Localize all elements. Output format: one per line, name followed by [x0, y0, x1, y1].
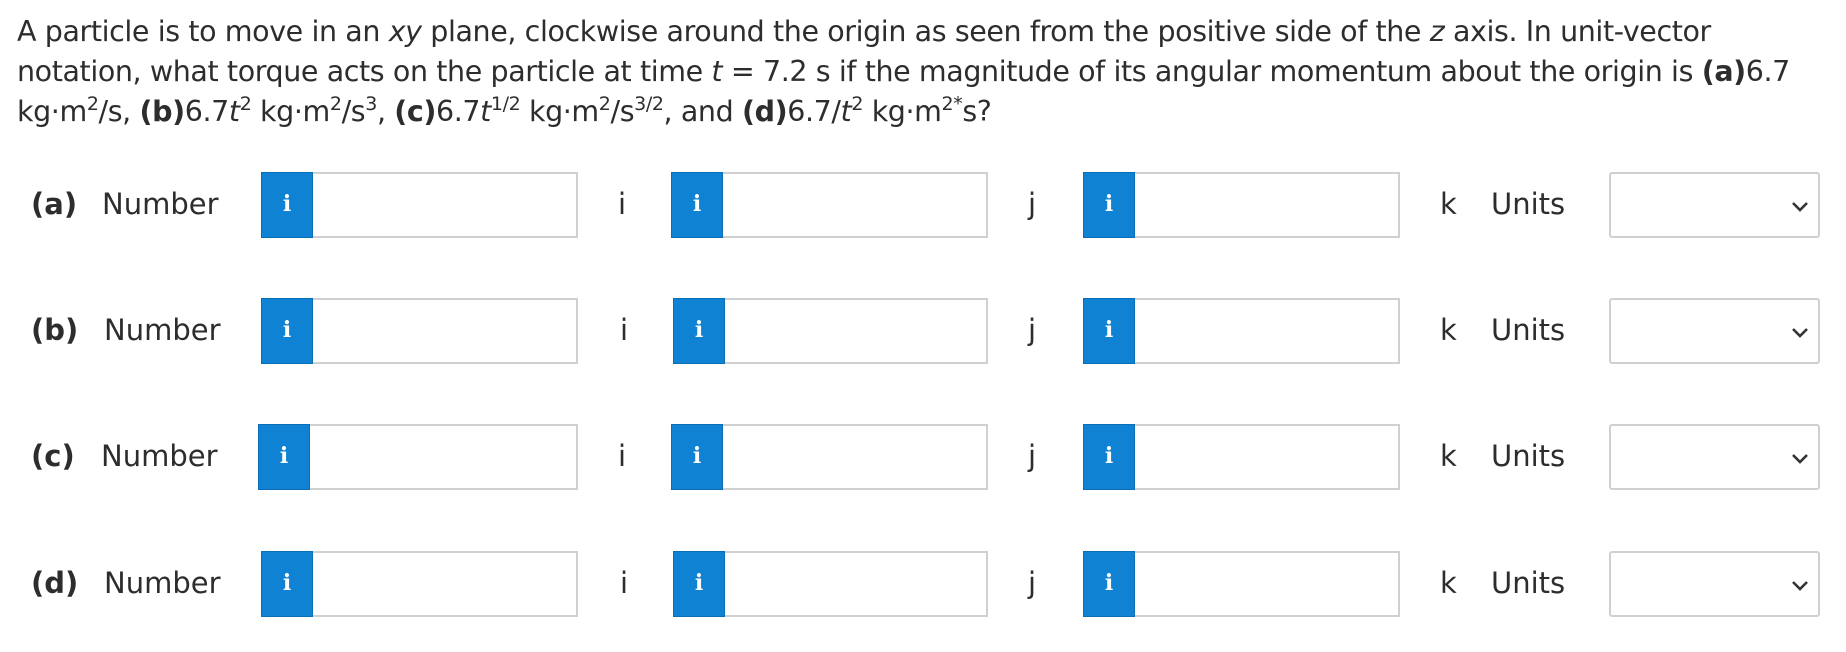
number-label: Number	[104, 313, 221, 347]
question-exponent: 3	[365, 93, 377, 115]
k-unit-label: k	[1440, 439, 1457, 473]
units-dropdown[interactable]	[1609, 298, 1820, 364]
question-exponent: 1/2	[490, 93, 521, 115]
j-unit-label: j	[1028, 566, 1037, 600]
info-icon[interactable]: i	[671, 172, 723, 238]
k-unit-label: k	[1440, 566, 1457, 600]
i-unit-label: i	[618, 439, 627, 473]
question-part-d-label: (d)	[741, 95, 788, 128]
units-dropdown[interactable]	[1609, 551, 1820, 617]
question-segment: , and	[663, 95, 742, 128]
j-component-input[interactable]	[725, 551, 988, 617]
answer-row-c: (c) Number i i i j i k Units	[0, 424, 1846, 490]
question-segment: ,	[376, 95, 395, 128]
info-icon[interactable]: i	[673, 298, 725, 364]
question-part-b-expr: 6.7	[184, 95, 230, 128]
i-unit-label: i	[620, 313, 629, 347]
number-label: Number	[102, 187, 219, 221]
info-icon[interactable]: i	[261, 551, 313, 617]
number-label: Number	[101, 439, 218, 473]
j-component-input[interactable]	[723, 424, 988, 490]
units-label: Units	[1491, 566, 1566, 600]
question-exponent: 2*	[941, 93, 963, 115]
j-unit-label: j	[1028, 187, 1037, 221]
info-icon[interactable]: i	[261, 172, 313, 238]
k-component-input[interactable]	[1135, 424, 1400, 490]
k-unit-label: k	[1440, 187, 1457, 221]
question-exponent: 2	[86, 93, 99, 115]
question-exponent: 2	[851, 93, 864, 115]
i-component-input[interactable]	[313, 298, 578, 364]
chevron-down-icon	[1792, 328, 1808, 338]
info-icon[interactable]: i	[1083, 298, 1135, 364]
i-component-input[interactable]	[313, 551, 578, 617]
question-var-z: z	[1429, 15, 1445, 48]
question-part-c-label: (c)	[394, 95, 437, 128]
question-segment: kg·m	[251, 95, 330, 128]
j-unit-label: j	[1028, 313, 1037, 347]
units-label: Units	[1491, 439, 1566, 473]
info-icon[interactable]: i	[258, 424, 310, 490]
info-icon[interactable]: i	[1083, 424, 1135, 490]
units-dropdown[interactable]	[1609, 424, 1820, 490]
answer-row-d: (d) Number i i i j i k Units	[0, 551, 1846, 617]
question-var-t: t	[711, 55, 723, 88]
k-component-input[interactable]	[1135, 551, 1400, 617]
question-segment: /s	[610, 95, 635, 128]
question-var-t: t	[228, 95, 240, 128]
question-part-c-expr: 6.7	[436, 95, 481, 128]
question-part-a-label: (a)	[1701, 55, 1746, 88]
question-var-t: t	[480, 95, 491, 128]
info-icon[interactable]: i	[1083, 172, 1135, 238]
question-segment: /s,	[98, 95, 140, 128]
part-label: (a)	[31, 187, 78, 221]
question-var-xy: xy	[388, 15, 422, 48]
question-exponent: 2	[598, 93, 611, 115]
k-unit-label: k	[1440, 313, 1457, 347]
units-label: Units	[1491, 313, 1566, 347]
question-segment: A particle is to move in an	[17, 15, 389, 48]
question-segment: /s	[341, 95, 366, 128]
number-label: Number	[104, 566, 221, 600]
i-unit-label: i	[618, 187, 627, 221]
k-component-input[interactable]	[1135, 172, 1400, 238]
k-component-input[interactable]	[1135, 298, 1400, 364]
question-exponent: 2	[329, 93, 342, 115]
i-component-input[interactable]	[313, 172, 578, 238]
part-label: (b)	[31, 313, 79, 347]
question-segment: plane, clockwise around the origin as se…	[421, 15, 1430, 48]
question-exponent: 2	[239, 93, 252, 115]
chevron-down-icon	[1792, 581, 1808, 591]
answer-row-b: (b) Number i i i j i k Units	[0, 298, 1846, 364]
question-segment: = 7.2 s if the magnitude of its angular …	[722, 55, 1702, 88]
info-icon[interactable]: i	[671, 424, 723, 490]
info-icon[interactable]: i	[1083, 551, 1135, 617]
question-part-d-expr: 6.7/	[787, 95, 841, 128]
chevron-down-icon	[1792, 202, 1808, 212]
j-component-input[interactable]	[723, 172, 988, 238]
j-unit-label: j	[1028, 439, 1037, 473]
units-label: Units	[1491, 187, 1566, 221]
i-component-input[interactable]	[310, 424, 578, 490]
part-label: (c)	[31, 439, 75, 473]
question-exponent: 3/2	[634, 93, 664, 115]
info-icon[interactable]: i	[673, 551, 725, 617]
question-text: A particle is to move in an xy plane, cl…	[17, 12, 1832, 132]
question-part-b-label: (b)	[139, 95, 186, 128]
j-component-input[interactable]	[725, 298, 988, 364]
i-unit-label: i	[620, 566, 629, 600]
question-segment: s?	[962, 95, 992, 128]
question-var-t: t	[840, 95, 852, 128]
part-label: (d)	[31, 566, 79, 600]
question-segment: kg·m	[520, 95, 599, 128]
chevron-down-icon	[1792, 454, 1808, 464]
answer-row-a: (a) Number i i i j i k Units	[0, 172, 1846, 238]
units-dropdown[interactable]	[1609, 172, 1820, 238]
info-icon[interactable]: i	[261, 298, 313, 364]
question-segment: kg·m	[863, 95, 942, 128]
